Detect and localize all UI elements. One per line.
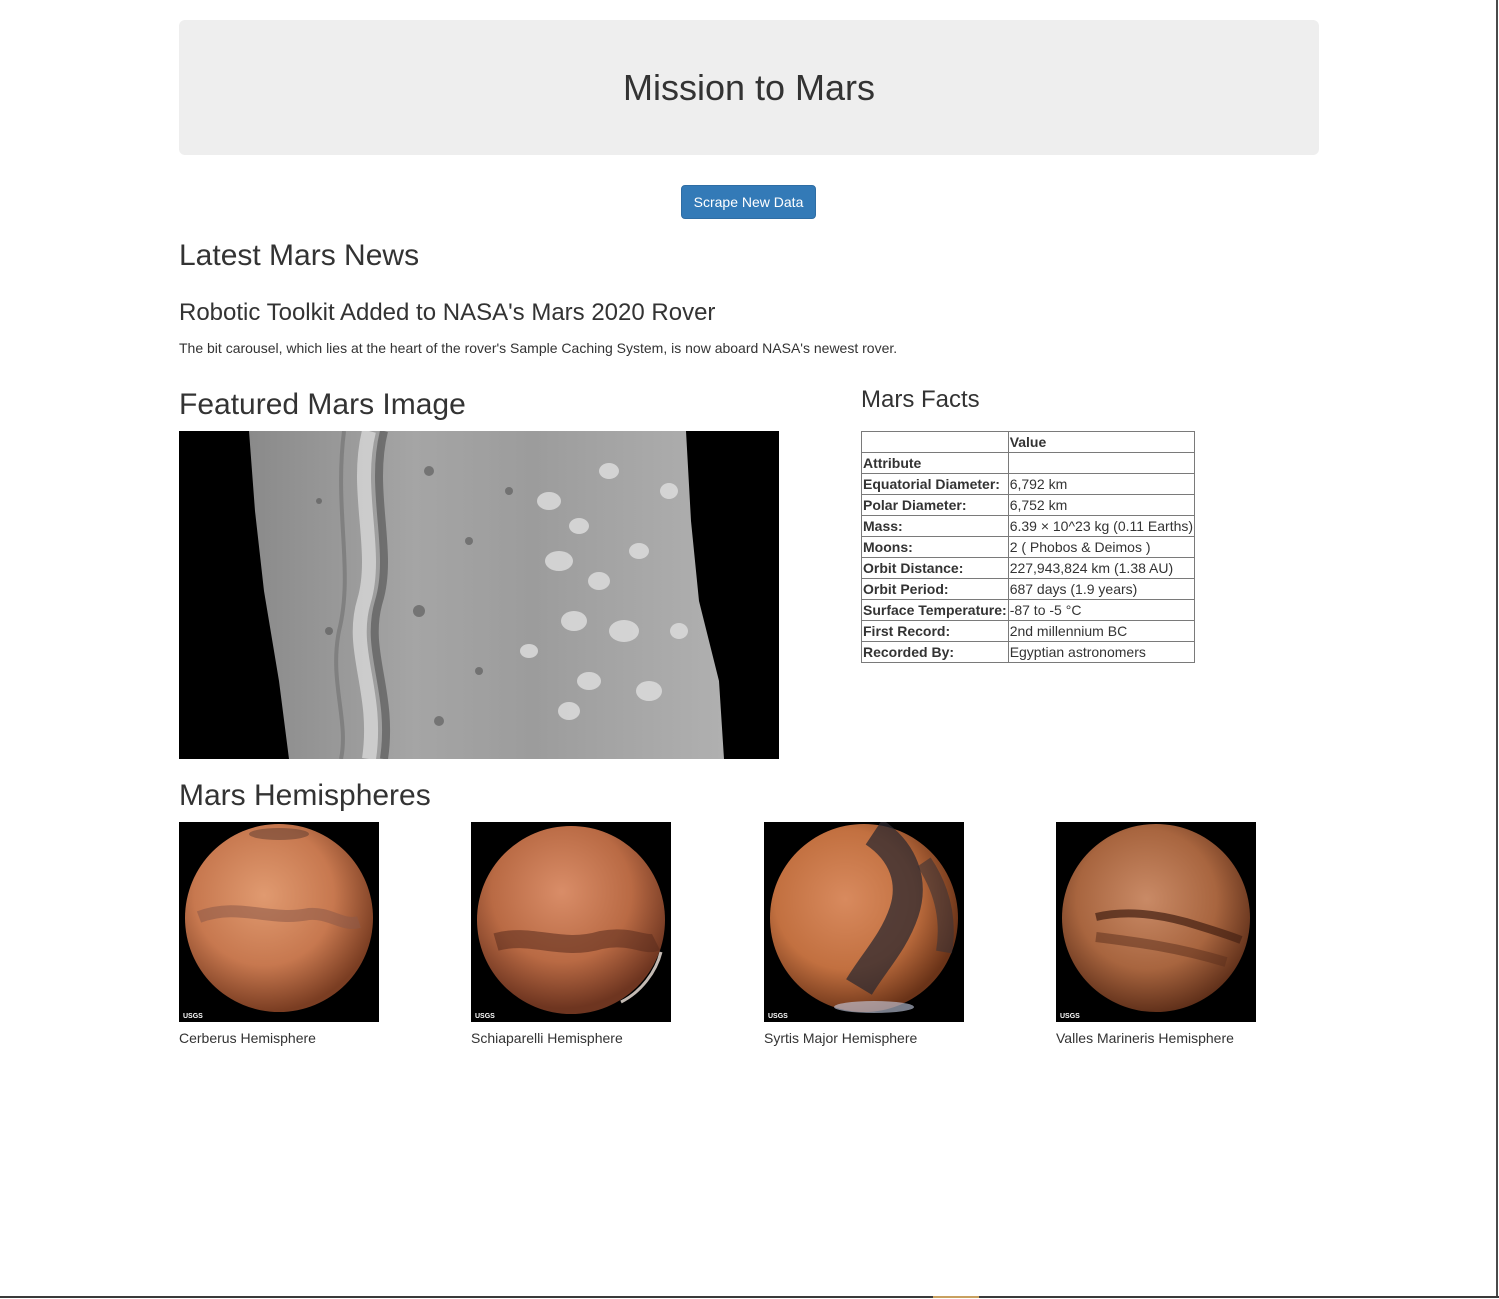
fact-label: Mass: [861, 515, 1009, 537]
viewport-edge [1496, 0, 1498, 1296]
value-column-header: Value [1007, 431, 1196, 453]
hemisphere-title: Schiaparelli Hemisphere [471, 1030, 623, 1046]
scrape-button[interactable]: Scrape New Data [681, 185, 816, 219]
fact-label: Orbit Distance: [861, 557, 1009, 579]
hemisphere-card-valles-marineris: USGS Valles Marineris Hemisphere [1056, 822, 1256, 1046]
table-row: Equatorial Diameter: 6,792 km [861, 473, 1196, 495]
fact-value: 6.39 × 10^23 kg (0.11 Earths) [1007, 515, 1196, 537]
hemisphere-badge: USGS [183, 1013, 203, 1020]
hemisphere-card-cerberus: USGS Cerberus Hemisphere [179, 822, 379, 1046]
page-title: Mission to Mars [622, 66, 876, 108]
hemisphere-badge: USGS [1060, 1013, 1080, 1020]
valles-marineris-hemisphere-image[interactable]: USGS [1056, 822, 1256, 1022]
fact-label: First Record: [861, 620, 1009, 642]
fact-value: 687 days (1.9 years) [1007, 578, 1196, 600]
table-row: Polar Diameter: 6,752 km [861, 494, 1196, 516]
fact-value: 6,752 km [1007, 494, 1196, 516]
fact-value: 2 ( Phobos & Deimos ) [1007, 536, 1196, 558]
fact-value: 2nd millennium BC [1007, 620, 1196, 642]
fact-label: Surface Temperature: [861, 599, 1009, 621]
fact-value: 227,943,824 km (1.38 AU) [1007, 557, 1196, 579]
table-row: Moons: 2 ( Phobos & Deimos ) [861, 536, 1196, 558]
hemispheres-section-title: Mars Hemispheres [179, 779, 431, 812]
hemisphere-badge: USGS [768, 1013, 788, 1020]
hemisphere-card-syrtis-major: USGS Syrtis Major Hemisphere [764, 822, 964, 1046]
table-row: Orbit Period: 687 days (1.9 years) [861, 578, 1196, 600]
hemisphere-card-schiaparelli: USGS Schiaparelli Hemisphere [471, 822, 671, 1046]
table-row: Recorded By: Egyptian astronomers [861, 641, 1196, 663]
table-row: Surface Temperature: -87 to -5 °C [861, 599, 1196, 621]
table-index-row: Attribute [861, 452, 1196, 474]
index-label: Attribute [861, 452, 1009, 474]
featured-section-title: Featured Mars Image [179, 388, 466, 421]
featured-image-graphic [179, 431, 779, 759]
news-section-title: Latest Mars News [179, 239, 420, 272]
news-teaser: The bit carousel, which lies at the hear… [179, 340, 898, 356]
index-empty-cell [1007, 452, 1196, 474]
hemisphere-title: Cerberus Hemisphere [179, 1030, 316, 1046]
fact-value: Egyptian astronomers [1007, 641, 1196, 663]
fact-label: Orbit Period: [861, 578, 1009, 600]
fact-label: Polar Diameter: [861, 494, 1009, 516]
hemisphere-title: Valles Marineris Hemisphere [1056, 1030, 1234, 1046]
fact-label: Equatorial Diameter: [861, 473, 1009, 495]
jumbotron: Mission to Mars [179, 20, 1319, 155]
schiaparelli-hemisphere-image[interactable]: USGS [471, 822, 671, 1022]
news-headline: Robotic Toolkit Added to NASA's Mars 202… [179, 299, 716, 326]
table-corner-cell [861, 431, 1009, 453]
hemisphere-title: Syrtis Major Hemisphere [764, 1030, 918, 1046]
facts-section-title: Mars Facts [861, 386, 980, 413]
fact-label: Moons: [861, 536, 1009, 558]
fact-value: 6,792 km [1007, 473, 1196, 495]
table-row: Mass: 6.39 × 10^23 kg (0.11 Earths) [861, 515, 1196, 537]
mars-facts-table: Value Attribute Equatorial Diameter: 6,7… [861, 431, 1196, 663]
table-row: Orbit Distance: 227,943,824 km (1.38 AU) [861, 557, 1196, 579]
syrtis-major-hemisphere-image[interactable]: USGS [764, 822, 964, 1022]
fact-label: Recorded By: [861, 641, 1009, 663]
table-header-row: Value [861, 431, 1196, 453]
hemisphere-badge: USGS [475, 1013, 495, 1020]
table-row: First Record: 2nd millennium BC [861, 620, 1196, 642]
fact-value: -87 to -5 °C [1007, 599, 1196, 621]
featured-mars-image [179, 431, 779, 759]
edge-accent [933, 1296, 979, 1298]
cerberus-hemisphere-image[interactable]: USGS [179, 822, 379, 1022]
